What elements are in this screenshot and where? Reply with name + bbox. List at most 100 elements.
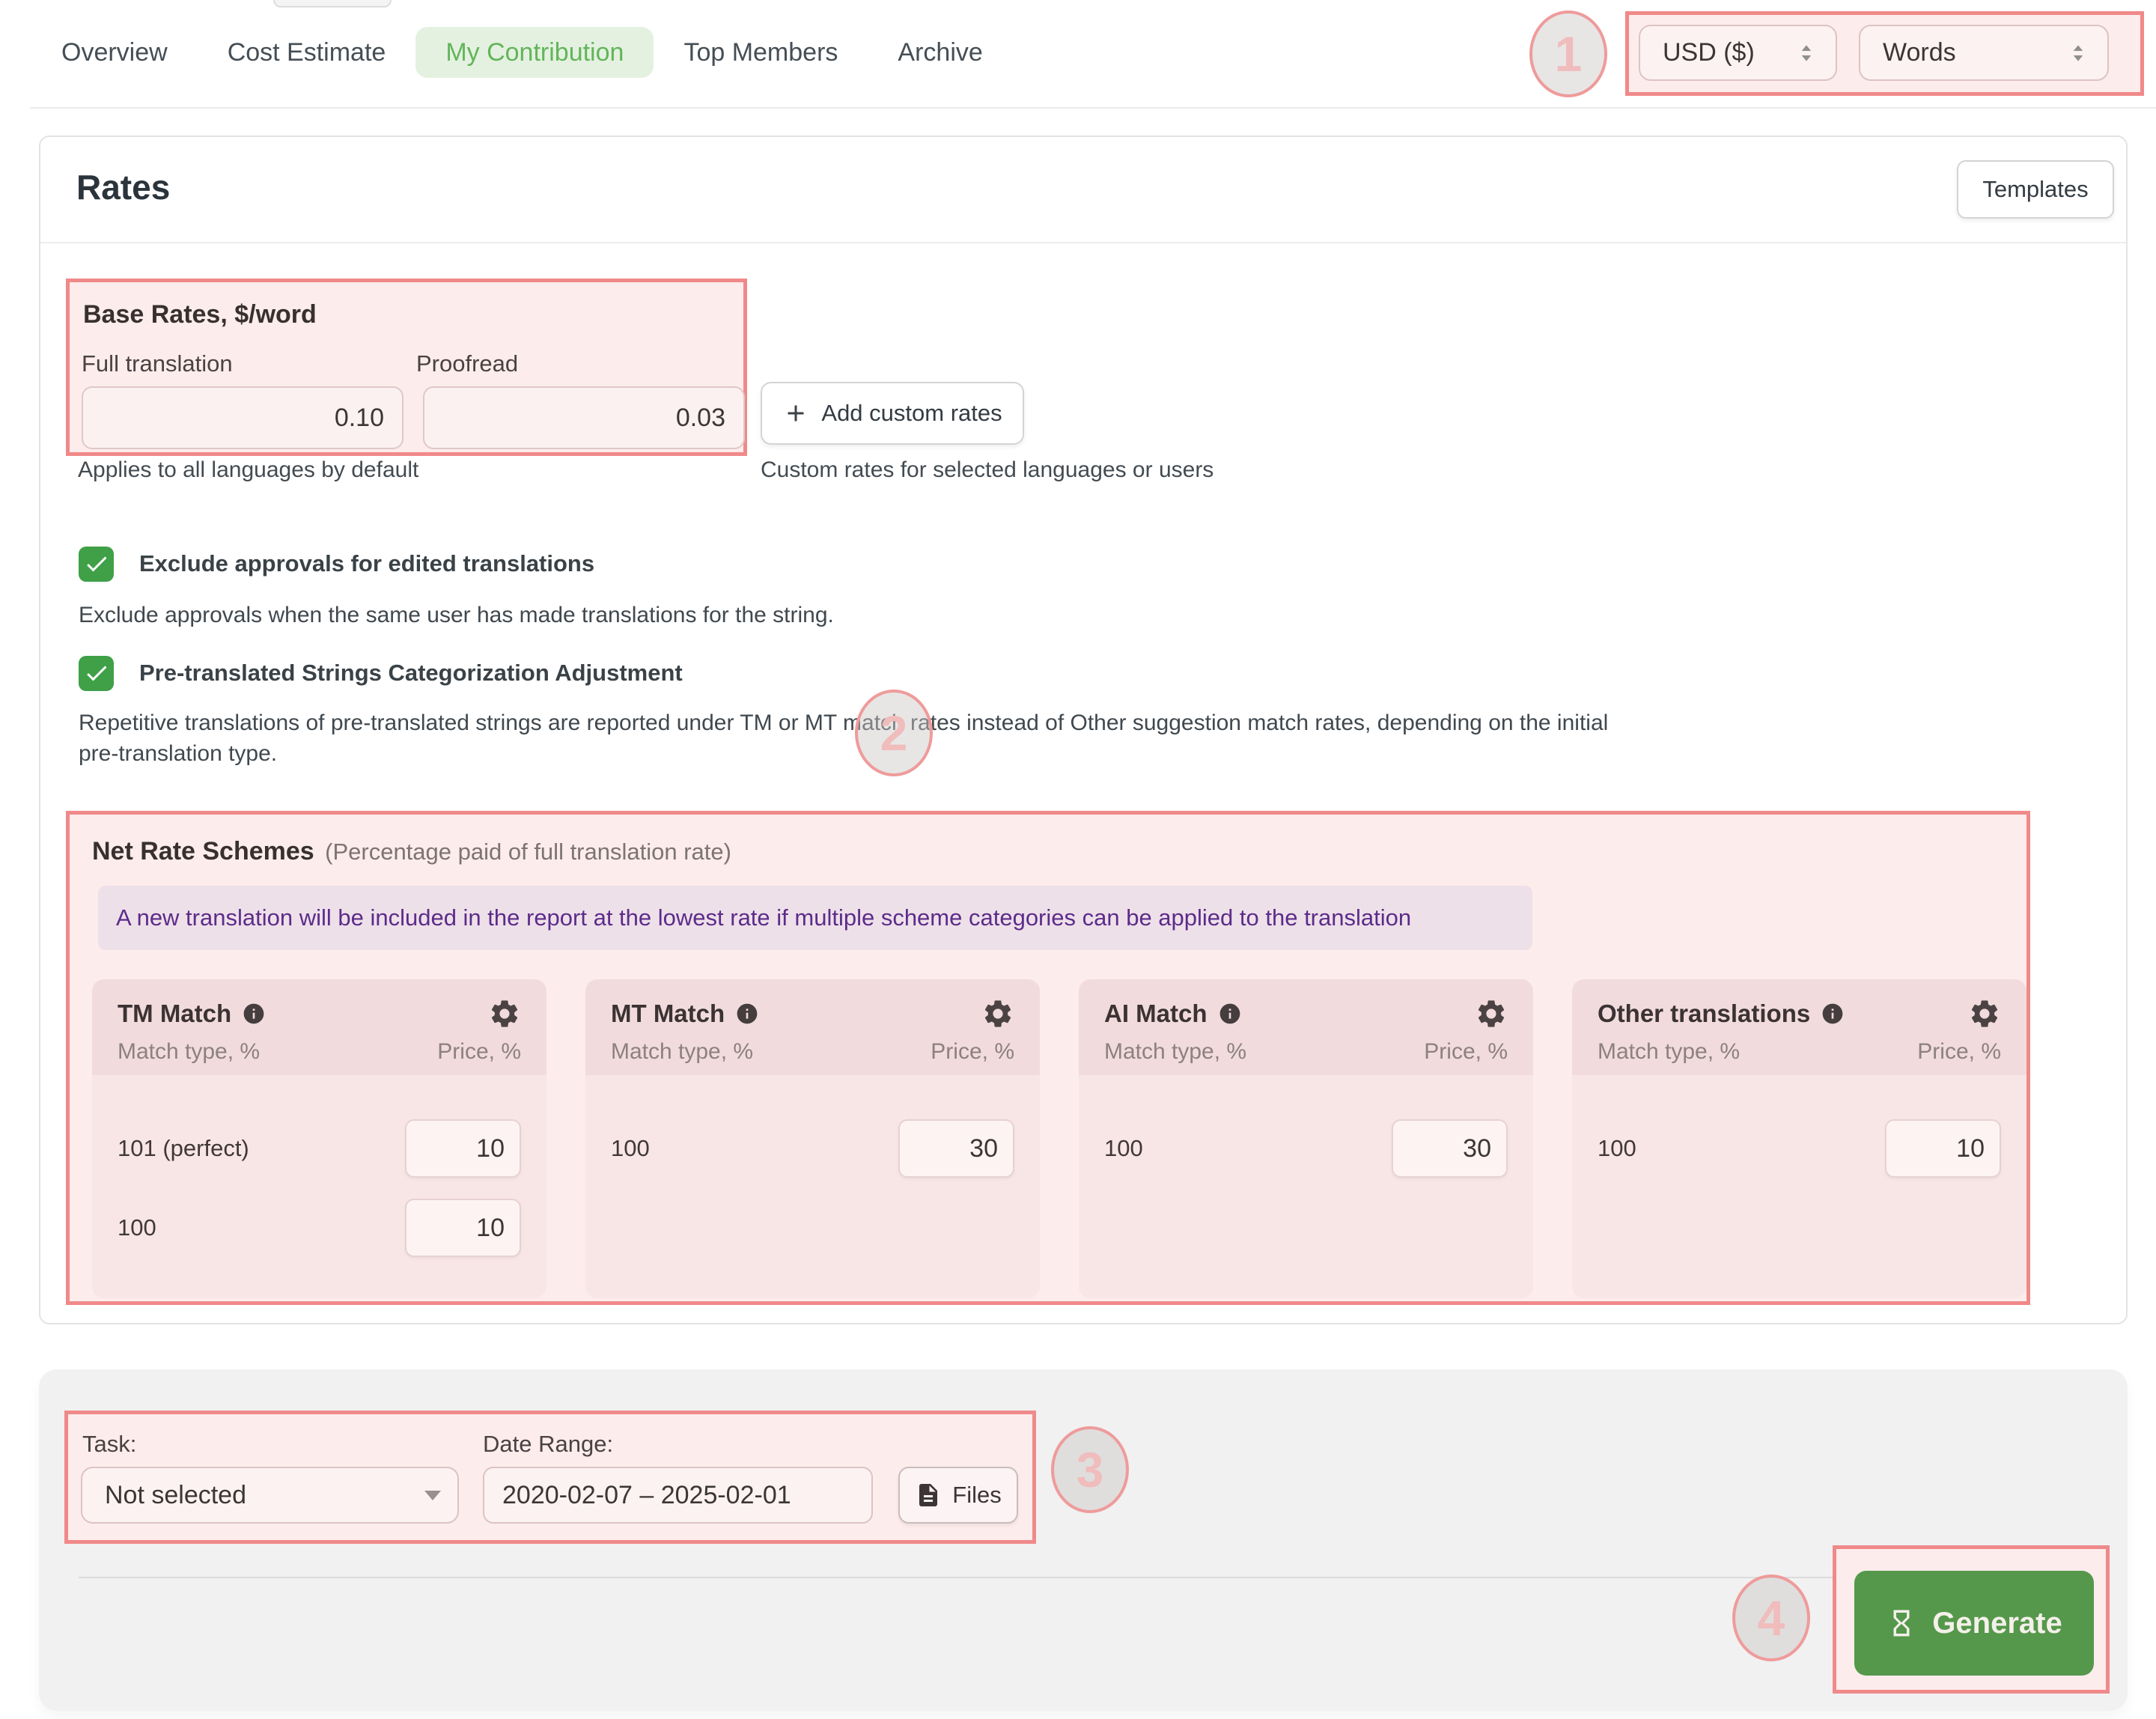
card-header: AI Match Match type, % Price, % [1079, 979, 1533, 1075]
cropped-top-element [273, 0, 392, 7]
hourglass-icon [1886, 1607, 1917, 1639]
base-rates-labels: Full translation Proofread [82, 350, 731, 377]
annotation-step-1: 1 [1529, 10, 1607, 97]
report-tabs: Overview Cost Estimate My Contribution T… [61, 27, 983, 78]
updown-icon [2065, 40, 2091, 66]
task-select-value: Not selected [105, 1481, 246, 1510]
checkmark-icon [83, 550, 110, 577]
net-rate-schemes-note: (Percentage paid of full translation rat… [325, 839, 731, 865]
currency-select-value: USD ($) [1663, 38, 1755, 67]
add-custom-rates-button[interactable]: Add custom rates [761, 382, 1024, 445]
units-select[interactable]: Words [1859, 25, 2109, 81]
net-rate-card-other-translations: Other translations Match type, % Price, … [1572, 979, 2026, 1298]
net-rate-card-ai-match: AI Match Match type, % Price, % 100 [1079, 979, 1533, 1298]
card-header: Other translations Match type, % Price, … [1572, 979, 2026, 1075]
rate-row: 101 (perfect) [118, 1119, 521, 1178]
gear-icon[interactable] [1475, 997, 1508, 1030]
tab-archive[interactable]: Archive [898, 38, 982, 67]
base-rates-inputs [82, 386, 731, 449]
tab-top-members[interactable]: Top Members [683, 38, 838, 67]
exclude-approvals-label: Exclude approvals for edited translation… [139, 550, 594, 577]
lowest-rate-info-banner: A new translation will be included in th… [98, 886, 1532, 950]
gear-icon[interactable] [981, 997, 1014, 1030]
generate-panel: Task: Not selected Date Range: Files 3 G… [39, 1369, 2128, 1711]
pretranslated-adjustment-label: Pre-translated Strings Categorization Ad… [139, 660, 683, 687]
match-type-value: 100 [118, 1214, 156, 1241]
annotation-box-task-daterange: Task: Not selected Date Range: Files [64, 1411, 1036, 1544]
price-input[interactable] [898, 1119, 1014, 1178]
files-button[interactable]: Files [898, 1467, 1018, 1524]
net-rate-cards: TM Match Match type, % Price, % 101 (per… [92, 979, 2026, 1298]
generate-button-label: Generate [1932, 1607, 2062, 1640]
task-select[interactable]: Not selected [81, 1467, 459, 1524]
annotation-box-generate: Generate [1833, 1545, 2110, 1694]
tab-my-contribution[interactable]: My Contribution [415, 27, 654, 78]
exclude-approvals-description: Exclude approvals when the same user has… [79, 600, 834, 630]
currency-select[interactable]: USD ($) [1639, 25, 1837, 81]
header-divider [30, 107, 2156, 109]
proofread-input[interactable] [423, 386, 745, 449]
full-translation-input[interactable] [82, 386, 404, 449]
match-type-column-label: Match type, % [611, 1039, 753, 1065]
info-icon[interactable] [1218, 1002, 1242, 1026]
price-input[interactable] [1392, 1119, 1508, 1178]
units-select-value: Words [1883, 38, 1956, 67]
add-custom-rates-label: Add custom rates [821, 400, 1002, 427]
price-input[interactable] [405, 1199, 521, 1257]
rates-panel-header: Rates Templates [40, 137, 2126, 243]
gear-icon[interactable] [488, 997, 521, 1030]
proofread-label: Proofread [416, 350, 731, 377]
card-body: 100 [585, 1075, 1040, 1178]
caret-down-icon [424, 1491, 441, 1500]
net-rate-card-mt-match: MT Match Match type, % Price, % 100 [585, 979, 1040, 1298]
card-title: TM Match [118, 1000, 231, 1028]
price-column-label: Price, % [931, 1039, 1014, 1065]
net-rate-schemes-heading: Net Rate Schemes [92, 837, 314, 865]
card-title: AI Match [1104, 1000, 1208, 1028]
info-icon[interactable] [1821, 1002, 1845, 1026]
annotation-step-4: 4 [1732, 1575, 1810, 1661]
annotation-step-3: 3 [1051, 1426, 1129, 1513]
date-range-label: Date Range: [483, 1431, 613, 1458]
task-label: Task: [82, 1431, 136, 1458]
base-rates-hint: Applies to all languages by default [78, 457, 418, 483]
price-column-label: Price, % [437, 1039, 521, 1065]
gear-icon[interactable] [1968, 997, 2001, 1030]
match-type-value: 100 [1598, 1135, 1636, 1162]
annotation-box-header-controls: USD ($) Words [1625, 11, 2144, 96]
updown-icon [1794, 40, 1819, 66]
info-icon[interactable] [242, 1002, 266, 1026]
option-pretranslated-adjustment: Pre-translated Strings Categorization Ad… [79, 655, 683, 691]
date-range-input[interactable] [483, 1467, 873, 1524]
rates-title: Rates [76, 167, 170, 207]
tab-overview[interactable]: Overview [61, 38, 168, 67]
match-type-column-label: Match type, % [1598, 1039, 1740, 1065]
custom-rates-hint: Custom rates for selected languages or u… [761, 457, 1213, 483]
match-type-column-label: Match type, % [118, 1039, 260, 1065]
rates-panel: Rates Templates Base Rates, $/word Full … [39, 136, 2128, 1324]
files-button-label: Files [952, 1482, 1001, 1509]
generate-button[interactable]: Generate [1854, 1571, 2094, 1676]
card-body: 101 (perfect) 100 [92, 1075, 546, 1258]
templates-button[interactable]: Templates [1957, 160, 2114, 219]
rate-row: 100 [611, 1119, 1014, 1178]
price-column-label: Price, % [1424, 1039, 1508, 1065]
card-header: MT Match Match type, % Price, % [585, 979, 1040, 1075]
card-title: MT Match [611, 1000, 725, 1028]
price-input[interactable] [405, 1119, 521, 1178]
info-icon[interactable] [735, 1002, 759, 1026]
document-icon [915, 1482, 942, 1509]
option-exclude-approvals: Exclude approvals for edited translation… [79, 546, 594, 582]
annotation-step-2: 2 [855, 690, 933, 776]
exclude-approvals-checkbox[interactable] [79, 547, 114, 582]
pretranslated-adjustment-checkbox[interactable] [79, 656, 114, 691]
net-rate-schemes-title: Net Rate Schemes (Percentage paid of ful… [92, 837, 2026, 866]
net-rate-card-tm-match: TM Match Match type, % Price, % 101 (per… [92, 979, 546, 1298]
card-header: TM Match Match type, % Price, % [92, 979, 546, 1075]
price-input[interactable] [1885, 1119, 2001, 1178]
card-title: Other translations [1598, 1000, 1810, 1028]
match-type-value: 100 [611, 1135, 650, 1162]
report-generator-page: Overview Cost Estimate My Contribution T… [0, 0, 2156, 1719]
annotation-box-base-rates: Base Rates, $/word Full translation Proo… [66, 279, 747, 456]
tab-cost-estimate[interactable]: Cost Estimate [228, 38, 386, 67]
